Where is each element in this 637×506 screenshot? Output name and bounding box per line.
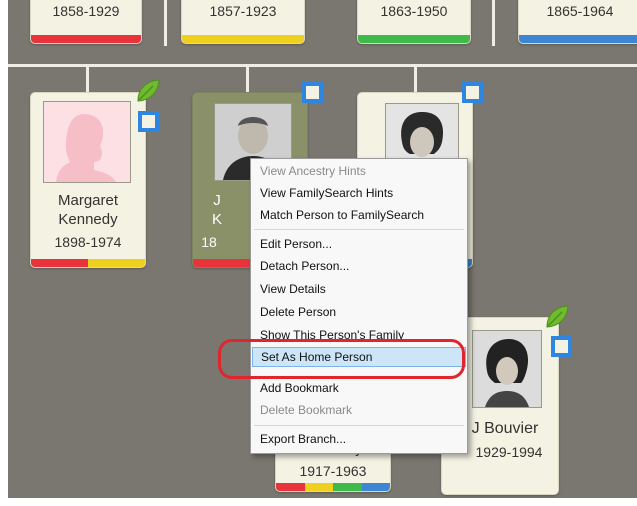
menu-separator xyxy=(254,229,464,230)
person-last-name: K xyxy=(211,211,222,228)
life-dates: 1865-1964 xyxy=(546,3,614,19)
ancestor-card[interactable]: 1857-1923 xyxy=(181,0,305,44)
silhouette-photo xyxy=(43,101,131,183)
life-dates: 1929-1994 xyxy=(475,444,543,460)
color-bar xyxy=(519,35,637,43)
life-dates: 1858-1929 xyxy=(52,3,120,19)
highlight-annotation xyxy=(218,339,465,379)
color-bar xyxy=(182,35,304,43)
menu-separator xyxy=(254,425,464,426)
hint-square-icon[interactable] xyxy=(302,82,323,103)
connector-line xyxy=(246,64,249,92)
person-last-name: Kennedy xyxy=(58,211,118,228)
hint-square-icon[interactable] xyxy=(462,82,483,103)
silhouette-icon xyxy=(56,114,116,182)
menu-item-add-bookmark[interactable]: Add Bookmark xyxy=(252,378,466,398)
ancestor-card[interactable]: 1865-1964 xyxy=(518,0,637,44)
menu-item-delete-bookmark[interactable]: Delete Bookmark xyxy=(252,400,466,420)
menu-item-view-details[interactable]: View Details xyxy=(252,279,466,299)
hint-square-icon[interactable] xyxy=(138,111,159,132)
life-dates: 1917-1963 xyxy=(299,463,367,479)
life-dates: 1898-1974 xyxy=(54,234,122,250)
ancestor-card[interactable]: 1863-1950 xyxy=(357,0,471,44)
color-bar xyxy=(31,259,145,267)
color-bar xyxy=(31,35,141,43)
leaf-icon[interactable] xyxy=(135,78,161,109)
menu-item-export-branch[interactable]: Export Branch... xyxy=(252,429,466,449)
life-dates: 18 xyxy=(201,234,217,250)
menu-item-match-familysearch[interactable]: Match Person to FamilySearch xyxy=(252,205,466,225)
person-first-name: J xyxy=(213,192,221,209)
menu-item-delete-person[interactable]: Delete Person xyxy=(252,302,466,322)
context-menu: View Ancestry Hints View FamilySearch Hi… xyxy=(250,158,468,454)
color-bar xyxy=(276,483,390,491)
menu-item-view-ancestry-hints[interactable]: View Ancestry Hints xyxy=(252,161,466,181)
connector-line xyxy=(492,0,495,46)
menu-item-view-familysearch-hints[interactable]: View FamilySearch Hints xyxy=(252,183,466,203)
person-card-margaret[interactable]: Margaret Kennedy 1898-1974 xyxy=(30,92,146,268)
connector-line xyxy=(8,64,637,67)
color-bar xyxy=(358,35,470,43)
leaf-icon[interactable] xyxy=(544,304,570,335)
person-first-name: Margaret xyxy=(57,192,119,209)
hint-square-icon[interactable] xyxy=(551,336,572,357)
connector-line xyxy=(164,0,167,46)
connector-line xyxy=(86,64,89,92)
life-dates: 1857-1923 xyxy=(209,3,277,19)
menu-item-detach-person[interactable]: Detach Person... xyxy=(252,256,466,276)
ancestor-card[interactable]: 1858-1929 xyxy=(30,0,142,44)
menu-item-edit-person[interactable]: Edit Person... xyxy=(252,234,466,254)
connector-line xyxy=(414,64,417,92)
life-dates: 1863-1950 xyxy=(380,3,448,19)
person-photo xyxy=(472,330,542,408)
